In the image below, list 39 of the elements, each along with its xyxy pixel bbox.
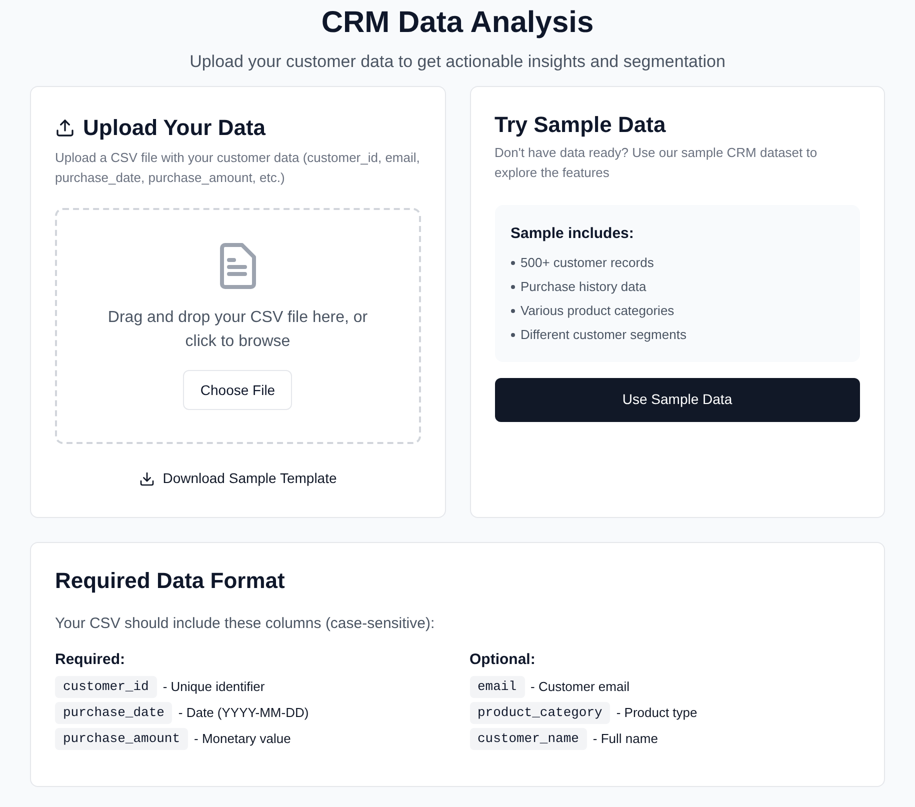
bullet-icon bbox=[510, 260, 514, 264]
drop-zone[interactable]: Drag and drop your CSV file here, or click to browse Choose File bbox=[55, 208, 420, 444]
use-sample-button[interactable]: Use Sample Data bbox=[494, 378, 860, 422]
upload-title: Upload Your Data bbox=[83, 114, 266, 142]
upload-icon bbox=[55, 118, 75, 138]
include-item: Different customer segments bbox=[520, 326, 686, 344]
upload-description: Upload a CSV file with your customer data (customer_id, email, purchase_date, purchase_amount, etc.) bbox=[55, 149, 420, 187]
format-title: Required Data Format bbox=[55, 567, 286, 595]
column-description: - Date (YYYY-MM-DD) bbox=[178, 704, 309, 722]
include-item: 500+ customer records bbox=[520, 254, 654, 272]
download-icon bbox=[138, 470, 155, 486]
column-name: customer_name bbox=[470, 728, 587, 750]
document-icon bbox=[218, 242, 258, 290]
sample-title: Try Sample Data bbox=[494, 111, 667, 139]
column-description: - Product type bbox=[616, 704, 698, 722]
column-name: product_category bbox=[470, 702, 610, 724]
bullet-icon bbox=[510, 332, 514, 336]
format-intro: Your CSV should include these columns (case-sensitive): bbox=[55, 614, 436, 634]
column-name: purchase_date bbox=[55, 702, 172, 724]
group-title: Optional: bbox=[470, 650, 536, 670]
column-name: customer_id bbox=[55, 676, 157, 698]
include-item: Purchase history data bbox=[520, 278, 646, 296]
includes-title: Sample includes: bbox=[510, 224, 635, 244]
download-template-link[interactable]: Download Sample Template bbox=[138, 468, 337, 489]
choose-file-button[interactable]: Choose File bbox=[183, 370, 292, 410]
page-subtitle: Upload your customer data to get actionable insights and segmentation bbox=[190, 51, 726, 73]
dropzone-text: Drag and drop your CSV file here, or click to browse bbox=[106, 308, 369, 352]
include-item: Various product categories bbox=[520, 302, 674, 320]
sample-description: Don't have data ready? Use our sample CRM dataset to explore the features bbox=[494, 144, 818, 182]
column-description: - Full name bbox=[592, 730, 658, 748]
column-description: - Customer email bbox=[530, 678, 630, 696]
bullet-icon bbox=[510, 308, 514, 312]
bullet-icon bbox=[510, 284, 514, 288]
page-title: CRM Data Analysis bbox=[321, 5, 594, 41]
column-description: - Monetary value bbox=[194, 730, 291, 748]
column-name: email bbox=[470, 676, 525, 698]
group-title: Required: bbox=[55, 650, 126, 670]
column-description: - Unique identifier bbox=[162, 678, 265, 696]
column-name: purchase_amount bbox=[55, 728, 188, 750]
